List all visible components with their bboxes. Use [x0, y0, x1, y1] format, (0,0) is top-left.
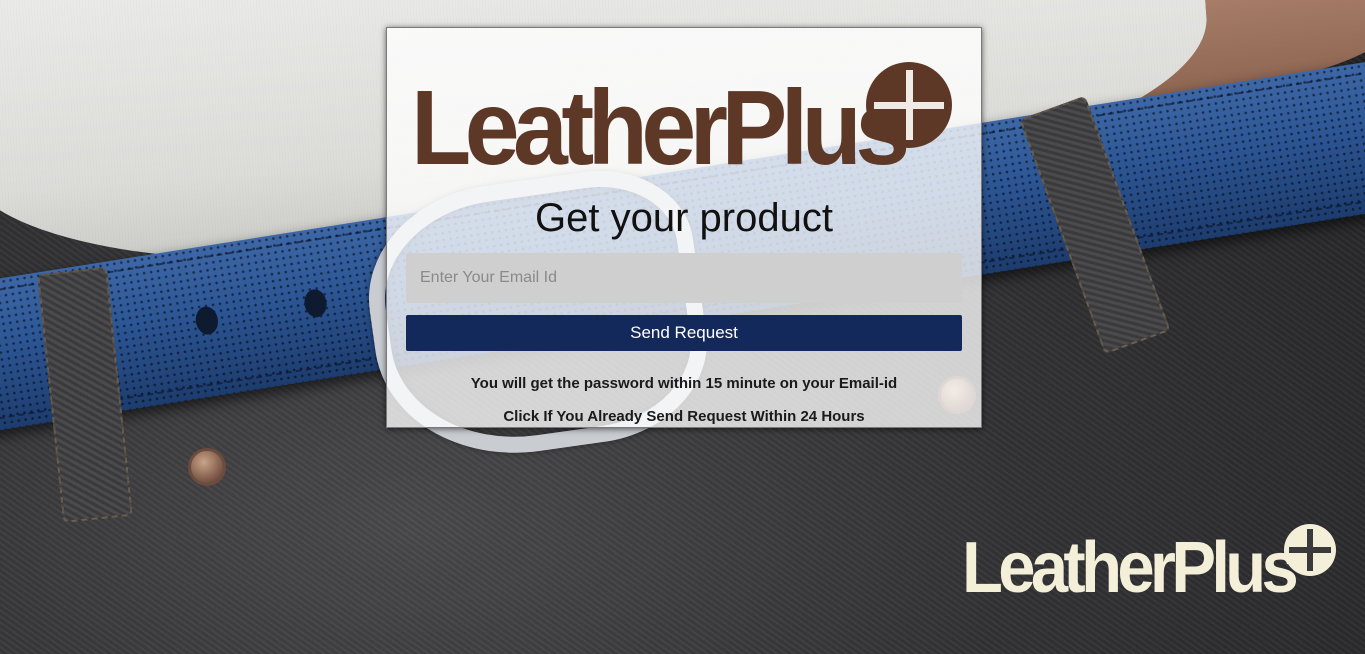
- send-request-button[interactable]: Send Request: [406, 315, 962, 351]
- brand-logo-text: LeatherPlus: [411, 69, 910, 187]
- belt-hole: [302, 287, 329, 319]
- request-card: LeatherPlus Get your product Send Reques…: [386, 27, 982, 428]
- plus-icon: [866, 62, 952, 148]
- password-info-text: You will get the password within 15 minu…: [470, 375, 898, 392]
- belt-hole: [193, 304, 220, 337]
- email-field[interactable]: [406, 253, 962, 303]
- corner-brand-logo: LeatherPlus: [962, 522, 1342, 606]
- page-title: Get your product: [535, 196, 833, 240]
- jeans-rivet: [188, 448, 226, 486]
- plus-icon: [1284, 524, 1336, 576]
- brand-logo: LeatherPlus: [411, 56, 956, 186]
- corner-logo-text: LeatherPlus: [962, 528, 1299, 608]
- already-sent-link[interactable]: Click If You Already Send Request Within…: [387, 408, 981, 425]
